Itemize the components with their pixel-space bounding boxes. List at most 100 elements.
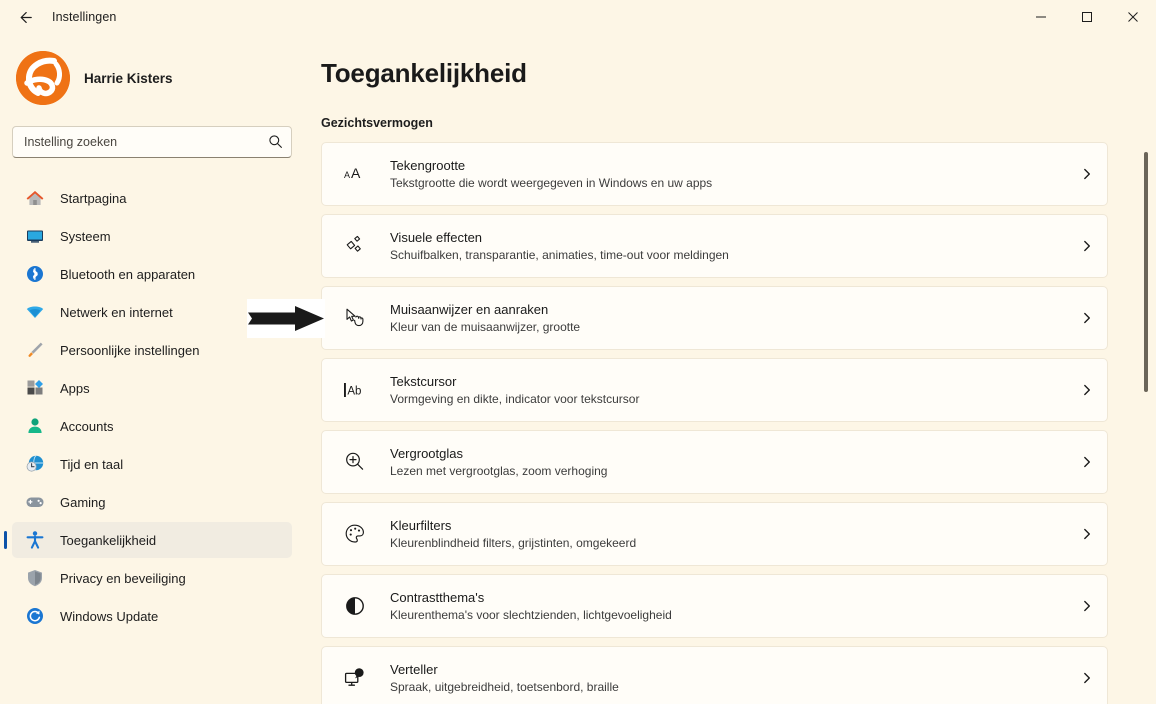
sidebar-item-toegankelijkheid[interactable]: Toegankelijkheid (4, 522, 292, 558)
svg-text:A: A (351, 165, 361, 181)
settings-window: Instellingen Harrie Kisters Instelling z… (0, 0, 1156, 704)
sidebar-item-label: Systeem (60, 228, 111, 244)
sidebar-item-accounts[interactable]: Accounts (12, 408, 292, 444)
settings-card-muisaanwijzer-en-aanraken[interactable]: Muisaanwijzer en aanraken Kleur van de m… (321, 286, 1108, 350)
profile-section[interactable]: Harrie Kisters (0, 34, 304, 106)
update-icon (24, 605, 46, 627)
sidebar-item-label: Netwerk en internet (60, 304, 173, 320)
sidebar-item-persoonlijke-instellingen[interactable]: Persoonlijke instellingen (12, 332, 292, 368)
vertical-scrollbar[interactable] (1144, 152, 1148, 704)
narrator-icon (332, 666, 378, 690)
close-button[interactable] (1110, 0, 1156, 34)
card-text: Kleurfilters Kleurenblindheid filters, g… (378, 517, 1067, 551)
card-text: Muisaanwijzer en aanraken Kleur van de m… (378, 301, 1067, 335)
card-subtitle: Vormgeving en dikte, indicator voor teks… (390, 392, 640, 406)
chevron-right-icon (1067, 167, 1107, 181)
card-text: Contrastthema's Kleurenthema's voor slec… (378, 589, 1067, 623)
scrollbar-thumb[interactable] (1144, 152, 1148, 392)
card-subtitle: Lezen met vergrootglas, zoom verhoging (390, 464, 608, 478)
bluetooth-icon (24, 263, 46, 285)
magnifier-plus-icon (332, 450, 378, 474)
settings-card-tekengrootte[interactable]: A A Tekengrootte Tekstgrootte die wordt … (321, 142, 1108, 206)
settings-card-vergrootglas[interactable]: Vergrootglas Lezen met vergrootglas, zoo… (321, 430, 1108, 494)
font-size-icon: A A (332, 162, 378, 186)
sidebar-item-bluetooth[interactable]: Bluetooth en apparaten (12, 256, 292, 292)
card-subtitle: Kleurenthema's voor slechtzienden, licht… (390, 608, 672, 622)
card-subtitle: Schuifbalken, transparantie, animaties, … (390, 248, 729, 262)
svg-text:A: A (344, 170, 350, 180)
user-avatar-logo (16, 51, 70, 105)
search-container (12, 126, 292, 158)
sidebar: Harrie Kisters Startpagina (0, 34, 304, 704)
chevron-right-icon (1067, 383, 1107, 397)
sidebar-item-label: Startpagina (60, 190, 127, 206)
card-text: Vergrootglas Lezen met vergrootglas, zoo… (378, 445, 1067, 479)
chevron-right-icon (1067, 527, 1107, 541)
gamepad-icon (24, 491, 46, 513)
card-text: Verteller Spraak, uitgebreidheid, toetse… (378, 661, 1067, 695)
search-input[interactable] (12, 126, 292, 158)
card-title: Contrastthema's (390, 590, 485, 605)
settings-card-contrastthemas[interactable]: Contrastthema's Kleurenthema's voor slec… (321, 574, 1108, 638)
sidebar-item-windows-update[interactable]: Windows Update (12, 598, 292, 634)
sidebar-item-label: Accounts (60, 418, 114, 434)
sparkles-icon (332, 234, 378, 258)
title-bar: Instellingen (0, 0, 1156, 34)
sidebar-item-label: Persoonlijke instellingen (60, 342, 200, 358)
card-subtitle: Kleur van de muisaanwijzer, grootte (390, 320, 581, 334)
settings-card-verteller[interactable]: Verteller Spraak, uitgebreidheid, toetse… (321, 646, 1108, 704)
home-icon (24, 187, 46, 209)
page-title: Toegankelijkheid (321, 58, 527, 88)
maximize-button[interactable] (1064, 0, 1110, 34)
sidebar-item-privacy[interactable]: Privacy en beveiliging (12, 560, 292, 596)
sidebar-item-tijd-en-taal[interactable]: Tijd en taal (12, 446, 292, 482)
sidebar-item-label: Windows Update (60, 608, 159, 624)
sidebar-item-systeem[interactable]: Systeem (12, 218, 292, 254)
sidebar-nav: Startpagina Systeem Bluetooth en apparat… (0, 180, 304, 634)
settings-card-kleurfilters[interactable]: Kleurfilters Kleurenblindheid filters, g… (321, 502, 1108, 566)
card-subtitle: Spraak, uitgebreidheid, toetsenbord, bra… (390, 680, 619, 694)
card-title: Kleurfilters (390, 518, 452, 533)
settings-card-tekstcursor[interactable]: Ab Tekstcursor Vormgeving en dikte, indi… (321, 358, 1108, 422)
sidebar-item-apps[interactable]: Apps (12, 370, 292, 406)
sidebar-item-label: Tijd en taal (60, 456, 124, 472)
back-arrow-icon (20, 11, 32, 23)
sidebar-item-startpagina[interactable]: Startpagina (12, 180, 292, 216)
text-cursor-icon: Ab (332, 378, 378, 402)
card-title: Tekstcursor (390, 374, 457, 389)
profile-name: Harrie Kisters (84, 70, 173, 86)
sidebar-item-label: Privacy en beveiliging (60, 570, 186, 586)
app-title: Instellingen (52, 10, 117, 24)
mouse-pointer-icon (332, 306, 378, 330)
maximize-icon (1082, 12, 1092, 22)
card-text: Visuele effecten Schuifbalken, transpara… (378, 229, 1067, 263)
back-button[interactable] (8, 2, 42, 32)
chevron-right-icon (1067, 311, 1107, 325)
settings-card-list: A A Tekengrootte Tekstgrootte die wordt … (304, 142, 1156, 704)
chevron-right-icon (1067, 455, 1107, 469)
contrast-icon (332, 594, 378, 618)
sidebar-item-label: Gaming (60, 494, 106, 510)
minimize-icon (1036, 16, 1046, 18)
minimize-button[interactable] (1018, 0, 1064, 34)
card-text: Tekstcursor Vormgeving en dikte, indicat… (378, 373, 1067, 407)
sidebar-item-label: Toegankelijkheid (60, 532, 157, 548)
card-title: Visuele effecten (390, 230, 483, 245)
settings-card-visuele-effecten[interactable]: Visuele effecten Schuifbalken, transpara… (321, 214, 1108, 278)
chevron-right-icon (1067, 671, 1107, 685)
card-subtitle: Kleurenblindheid filters, grijstinten, o… (390, 536, 637, 550)
card-title: Tekengrootte (390, 158, 466, 173)
close-icon (1128, 12, 1138, 22)
clock-globe-icon (24, 453, 46, 475)
sidebar-item-gaming[interactable]: Gaming (12, 484, 292, 520)
card-text: Tekengrootte Tekstgrootte die wordt weer… (378, 157, 1067, 191)
svg-text:Ab: Ab (347, 385, 361, 397)
paintbrush-icon (24, 339, 46, 361)
sidebar-item-netwerk[interactable]: Netwerk en internet (12, 294, 292, 330)
chevron-right-icon (1067, 239, 1107, 253)
section-heading: Gezichtsvermogen (321, 116, 433, 130)
card-title: Vergrootglas (390, 446, 463, 461)
window-controls (1018, 0, 1156, 34)
card-title: Verteller (390, 662, 438, 677)
person-icon (24, 415, 46, 437)
